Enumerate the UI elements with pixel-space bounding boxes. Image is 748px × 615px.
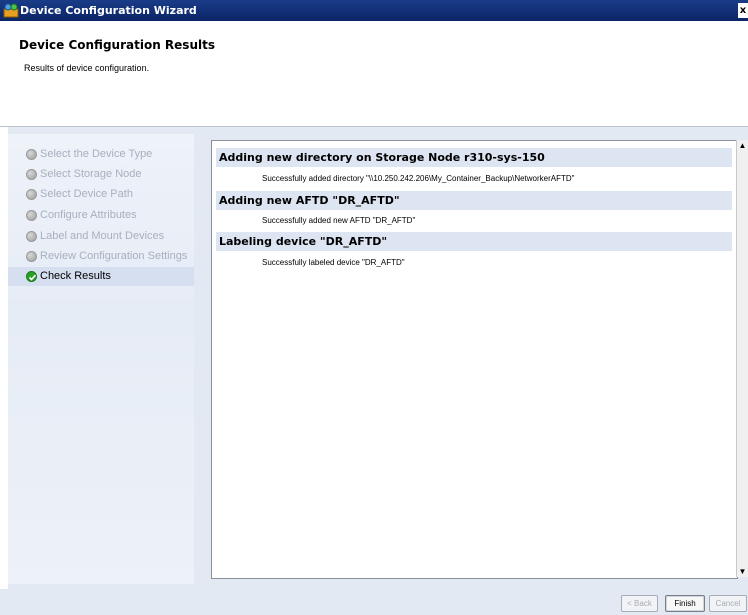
- step-label: Label and Mount Devices: [40, 230, 165, 242]
- gray-circle-icon: [26, 169, 37, 180]
- scroll-up-arrow-icon[interactable]: ▲: [737, 140, 748, 151]
- results-panel[interactable]: Adding new directory on Storage Node r31…: [211, 140, 738, 579]
- step-label: Select Device Path: [40, 188, 133, 200]
- step-label: Configure Attributes: [40, 209, 137, 221]
- gray-circle-icon: [26, 149, 37, 160]
- page-subtitle: Results of device configuration.: [24, 63, 150, 73]
- step-configure-attributes[interactable]: Configure Attributes: [8, 206, 194, 225]
- back-button[interactable]: < Back: [621, 595, 658, 612]
- step-label: Check Results: [40, 270, 111, 282]
- wizard-footer: < Back Finish Cancel: [0, 589, 748, 615]
- close-icon[interactable]: x: [738, 3, 748, 18]
- result-heading: Adding new AFTD "DR_AFTD": [216, 191, 732, 210]
- wizard-header: Device Configuration Results Results of …: [0, 21, 748, 127]
- step-select-storage-node[interactable]: Select Storage Node: [8, 165, 194, 184]
- step-label: Review Configuration Settings: [40, 250, 188, 262]
- gray-circle-icon: [26, 231, 37, 242]
- scroll-down-arrow-icon[interactable]: ▼: [737, 566, 748, 577]
- gray-circle-icon: [26, 210, 37, 221]
- vertical-scrollbar[interactable]: ▲ ▼: [736, 140, 748, 577]
- result-heading: Labeling device "DR_AFTD": [216, 232, 732, 251]
- result-heading: Adding new directory on Storage Node r31…: [216, 148, 732, 167]
- result-message: Successfully added directory "\\10.250.2…: [262, 174, 575, 183]
- gray-circle-icon: [26, 251, 37, 262]
- step-select-device-type[interactable]: Select the Device Type: [8, 145, 194, 164]
- step-label: Select Storage Node: [40, 168, 142, 180]
- cancel-button[interactable]: Cancel: [709, 595, 747, 612]
- result-message: Successfully labeled device "DR_AFTD": [262, 258, 405, 267]
- page-title: Device Configuration Results: [19, 38, 215, 52]
- window-title-bar: Device Configuration Wizard x: [0, 0, 748, 21]
- green-check-icon: [26, 271, 37, 282]
- step-label-and-mount[interactable]: Label and Mount Devices: [8, 227, 194, 246]
- finish-button[interactable]: Finish: [665, 595, 705, 612]
- window-title: Device Configuration Wizard: [20, 4, 197, 17]
- step-check-results[interactable]: Check Results: [8, 267, 194, 286]
- device-wizard-icon: [3, 3, 19, 18]
- step-label: Select the Device Type: [40, 148, 153, 160]
- result-message: Successfully added new AFTD "DR_AFTD": [262, 216, 416, 225]
- step-select-device-path[interactable]: Select Device Path: [8, 185, 194, 204]
- step-review-configuration[interactable]: Review Configuration Settings: [8, 247, 194, 266]
- gray-circle-icon: [26, 189, 37, 200]
